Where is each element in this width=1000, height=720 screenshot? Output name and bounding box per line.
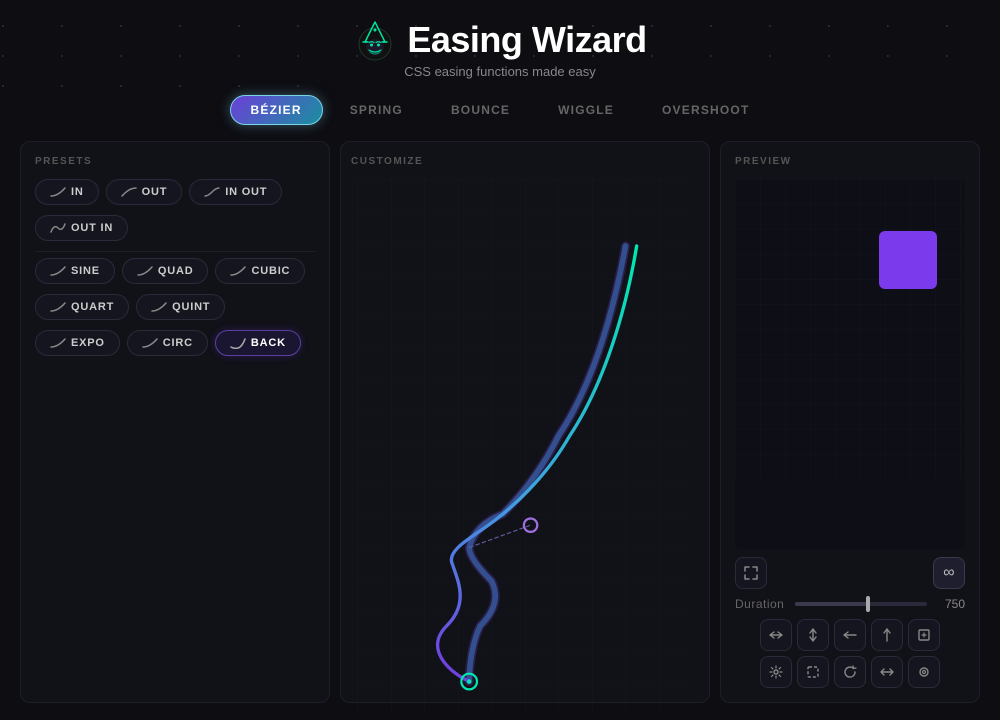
duration-slider-thumb	[866, 596, 870, 612]
move-lr-icon	[769, 630, 783, 640]
action-settings-button[interactable]	[760, 656, 792, 688]
tab-bounce[interactable]: BOUNCE	[430, 95, 531, 125]
presets-panel: PRESETS IN OUT IN OUT	[20, 141, 330, 703]
camera-icon	[917, 665, 931, 679]
action-lr-button[interactable]	[760, 619, 792, 651]
preview-controls: ∞ Duration 750	[735, 557, 965, 688]
curve-icon-sine	[50, 265, 66, 277]
app-wrapper: Easing Wizard CSS easing functions made …	[0, 0, 1000, 719]
header: Easing Wizard CSS easing functions made …	[353, 18, 646, 79]
action-icons-row-2	[735, 656, 965, 688]
preview-panel: PREVIEW	[720, 141, 980, 703]
curve-icon-in-out	[204, 186, 220, 198]
action-left-button[interactable]	[834, 619, 866, 651]
curve-icon-in	[50, 186, 66, 198]
preset-back[interactable]: BACK	[215, 330, 301, 356]
app-subtitle: CSS easing functions made easy	[404, 64, 596, 79]
curve-icon-quint	[151, 301, 167, 313]
preview-grid-svg	[735, 179, 965, 479]
curve-icon-cubic	[230, 265, 246, 277]
presets-label: PRESETS	[35, 156, 315, 167]
nav-tabs: BÉZIER SPRING BOUNCE WIGGLE OVERSHOOT	[230, 95, 771, 125]
expand-button[interactable]	[735, 557, 767, 589]
move-up-icon	[882, 628, 892, 642]
preset-out-in[interactable]: OUT IN	[35, 215, 128, 241]
tab-spring[interactable]: SPRING	[329, 95, 424, 125]
preset-in[interactable]: IN	[35, 179, 99, 205]
preset-quint[interactable]: QUINT	[136, 294, 225, 320]
preset-circ[interactable]: CIRC	[127, 330, 208, 356]
preset-cubic[interactable]: CUBIC	[215, 258, 305, 284]
action-select-button[interactable]	[797, 656, 829, 688]
preview-grid	[735, 179, 965, 549]
preset-sine[interactable]: SINE	[35, 258, 115, 284]
action-rotate-button[interactable]	[834, 656, 866, 688]
direction-group-2: OUT IN	[35, 215, 315, 241]
preview-row-controls: ∞	[735, 557, 965, 589]
duration-label: Duration	[735, 597, 787, 611]
preset-expo[interactable]: EXPO	[35, 330, 120, 356]
rotate-icon	[843, 665, 857, 679]
easing-group-2: QUART QUINT	[35, 294, 315, 320]
wizard-icon	[353, 18, 397, 62]
curve-icon-back	[230, 337, 246, 349]
curve-container[interactable]	[351, 179, 699, 715]
customize-panel: CUSTOMIZE	[340, 141, 710, 703]
tab-bezier[interactable]: BÉZIER	[230, 95, 323, 125]
expand-icon	[744, 566, 758, 580]
main-content: PRESETS IN OUT IN OUT	[20, 141, 980, 703]
action-camera-button[interactable]	[908, 656, 940, 688]
preset-quart[interactable]: QUART	[35, 294, 129, 320]
flip-icon	[880, 665, 894, 679]
tab-overshoot[interactable]: OVERSHOOT	[641, 95, 770, 125]
curve-icon-out-in	[50, 222, 66, 234]
settings-icon	[769, 665, 783, 679]
curve-icon-out	[121, 186, 137, 198]
duration-row: Duration 750	[735, 597, 965, 611]
header-top: Easing Wizard	[353, 18, 646, 62]
action-icons-row-1	[735, 619, 965, 651]
easing-group-3: EXPO CIRC BACK	[35, 330, 315, 356]
action-flip-button[interactable]	[871, 656, 903, 688]
curve-icon-circ	[142, 337, 158, 349]
move-ud-icon	[808, 628, 818, 642]
bezier-curve-svg[interactable]	[351, 179, 699, 715]
duration-slider-track	[795, 602, 868, 606]
customize-label: CUSTOMIZE	[351, 156, 699, 167]
preset-out[interactable]: OUT	[106, 179, 183, 205]
easing-group-1: SINE QUAD CUBIC	[35, 258, 315, 284]
preset-in-out[interactable]: IN OUT	[189, 179, 282, 205]
select-icon	[806, 665, 820, 679]
curve-icon-quad	[137, 265, 153, 277]
action-fullscreen-button[interactable]	[908, 619, 940, 651]
action-ud-button[interactable]	[797, 619, 829, 651]
preset-divider-1	[35, 251, 315, 252]
move-left-icon	[843, 630, 857, 640]
tab-wiggle[interactable]: WIGGLE	[537, 95, 635, 125]
duration-value: 750	[935, 597, 965, 611]
action-up-button[interactable]	[871, 619, 903, 651]
preview-animated-box	[879, 231, 937, 289]
curve-icon-expo	[50, 337, 66, 349]
duration-slider[interactable]	[795, 602, 927, 606]
direction-group-1: IN OUT IN OUT	[35, 179, 315, 205]
app-title: Easing Wizard	[407, 19, 646, 61]
curve-icon-quart	[50, 301, 66, 313]
fullscreen-icon	[917, 628, 931, 642]
preview-label: PREVIEW	[735, 156, 965, 167]
preset-quad[interactable]: QUAD	[122, 258, 209, 284]
infinity-button[interactable]: ∞	[933, 557, 965, 589]
